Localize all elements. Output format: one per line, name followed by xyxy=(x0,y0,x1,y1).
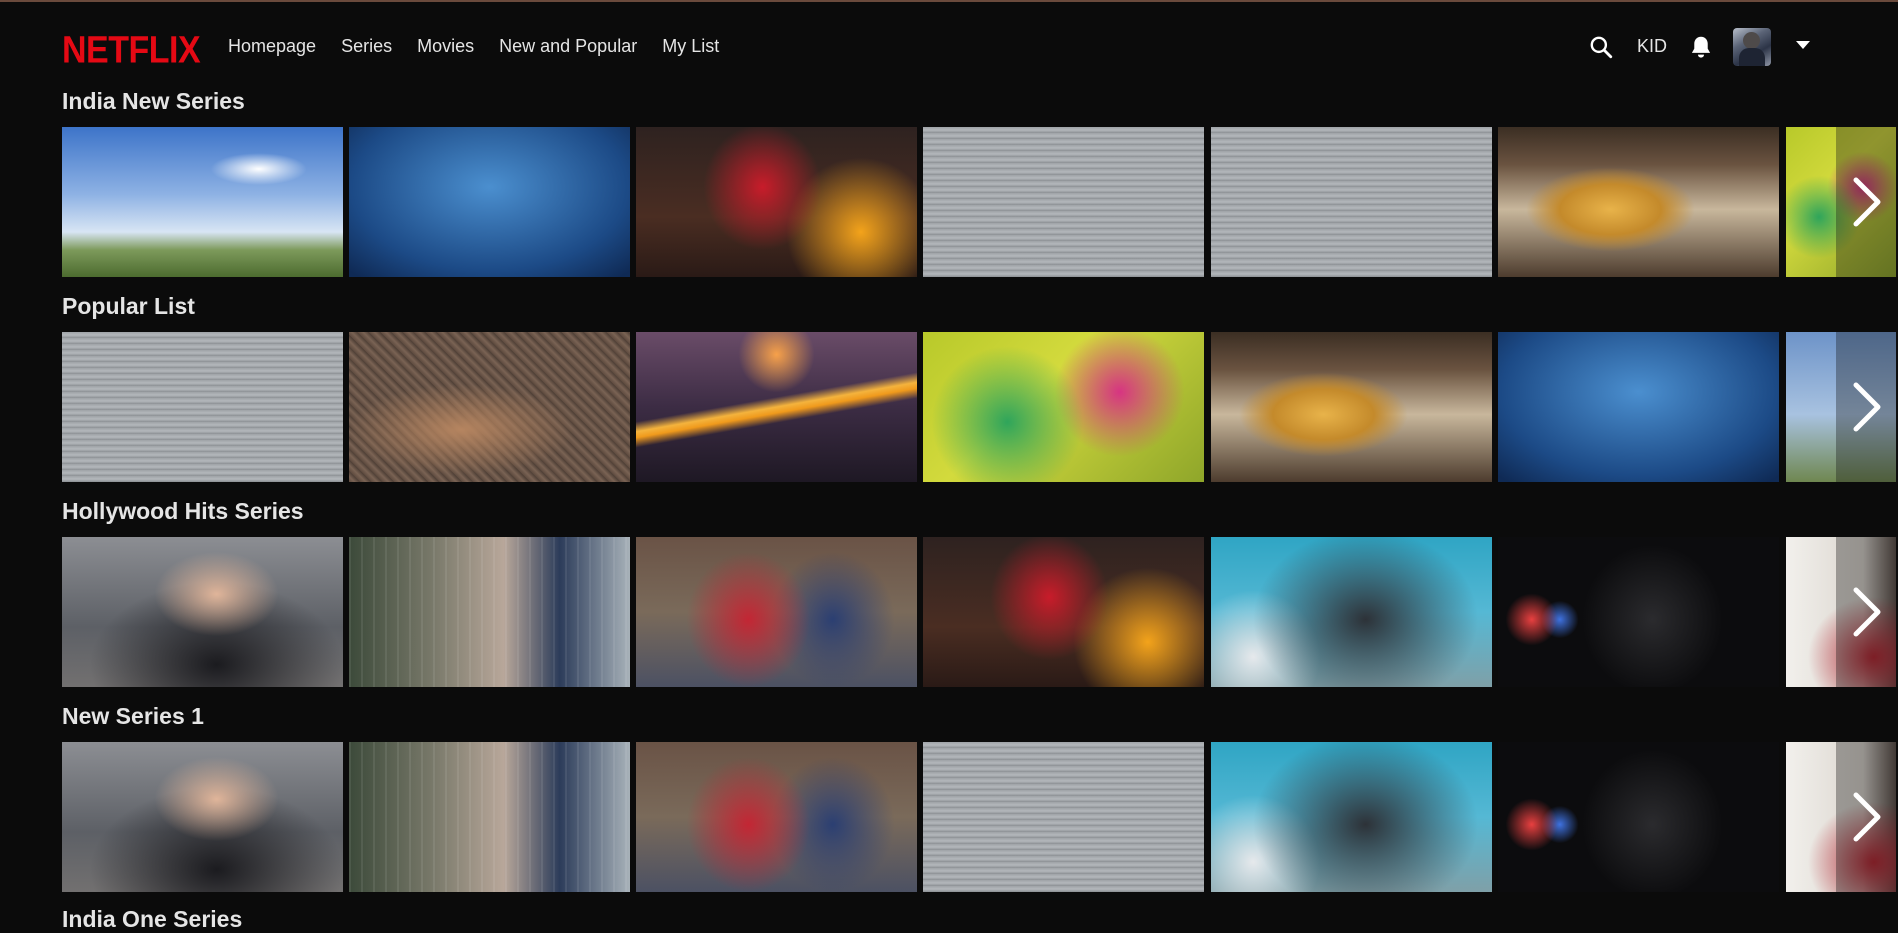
title-thumbnail[interactable] xyxy=(1211,127,1492,277)
row-title: New Series 1 xyxy=(62,703,204,729)
caret-down-icon[interactable] xyxy=(1795,40,1811,50)
nav-series[interactable]: Series xyxy=(341,36,392,57)
row-tiles xyxy=(62,332,1898,482)
top-navigation-bar: NETFLIX Homepage Series Movies New and P… xyxy=(0,2,1898,88)
row-tiles xyxy=(62,742,1898,892)
title-thumbnail[interactable] xyxy=(62,127,343,277)
row-title: India New Series xyxy=(62,88,245,114)
row-tiles xyxy=(62,537,1898,687)
title-thumbnail[interactable] xyxy=(1211,742,1492,892)
title-thumbnail[interactable] xyxy=(349,332,630,482)
title-thumbnail[interactable] xyxy=(923,537,1204,687)
title-thumbnail[interactable] xyxy=(1498,127,1779,277)
title-thumbnail[interactable] xyxy=(1498,537,1779,687)
title-thumbnail[interactable] xyxy=(1211,537,1492,687)
kid-profile-link[interactable]: KID xyxy=(1637,36,1667,57)
nav-new-and-popular[interactable]: New and Popular xyxy=(499,36,637,57)
bell-icon[interactable] xyxy=(1688,34,1714,60)
nav-my-list[interactable]: My List xyxy=(662,36,719,57)
row-tiles xyxy=(62,127,1898,277)
title-thumbnail[interactable] xyxy=(62,537,343,687)
title-thumbnail[interactable] xyxy=(636,127,917,277)
title-thumbnail[interactable] xyxy=(636,332,917,482)
row-title: Hollywood Hits Series xyxy=(62,498,304,524)
row-next-button[interactable] xyxy=(1836,127,1898,277)
title-thumbnail[interactable] xyxy=(62,742,343,892)
title-thumbnail[interactable] xyxy=(1498,332,1779,482)
main-nav: Homepage Series Movies New and Popular M… xyxy=(228,36,744,57)
nav-movies[interactable]: Movies xyxy=(417,36,474,57)
search-icon[interactable] xyxy=(1588,34,1614,60)
profile-avatar[interactable] xyxy=(1733,28,1771,66)
row-title: India One Series xyxy=(62,906,243,932)
row-title: Popular List xyxy=(62,293,195,319)
title-thumbnail[interactable] xyxy=(923,332,1204,482)
chevron-right-icon xyxy=(1853,792,1881,842)
chevron-right-icon xyxy=(1853,382,1881,432)
title-thumbnail[interactable] xyxy=(923,127,1204,277)
row-next-button[interactable] xyxy=(1836,742,1898,892)
netflix-logo[interactable]: NETFLIX xyxy=(62,29,201,73)
title-thumbnail[interactable] xyxy=(349,127,630,277)
title-thumbnail[interactable] xyxy=(349,537,630,687)
chevron-right-icon xyxy=(1853,587,1881,637)
title-thumbnail[interactable] xyxy=(62,332,343,482)
title-thumbnail[interactable] xyxy=(1211,332,1492,482)
row-next-button[interactable] xyxy=(1836,537,1898,687)
chevron-right-icon xyxy=(1853,177,1881,227)
title-thumbnail[interactable] xyxy=(1498,742,1779,892)
title-thumbnail[interactable] xyxy=(349,742,630,892)
title-thumbnail[interactable] xyxy=(636,537,917,687)
nav-homepage[interactable]: Homepage xyxy=(228,36,316,57)
title-thumbnail[interactable] xyxy=(923,742,1204,892)
row-next-button[interactable] xyxy=(1836,332,1898,482)
title-thumbnail[interactable] xyxy=(636,742,917,892)
